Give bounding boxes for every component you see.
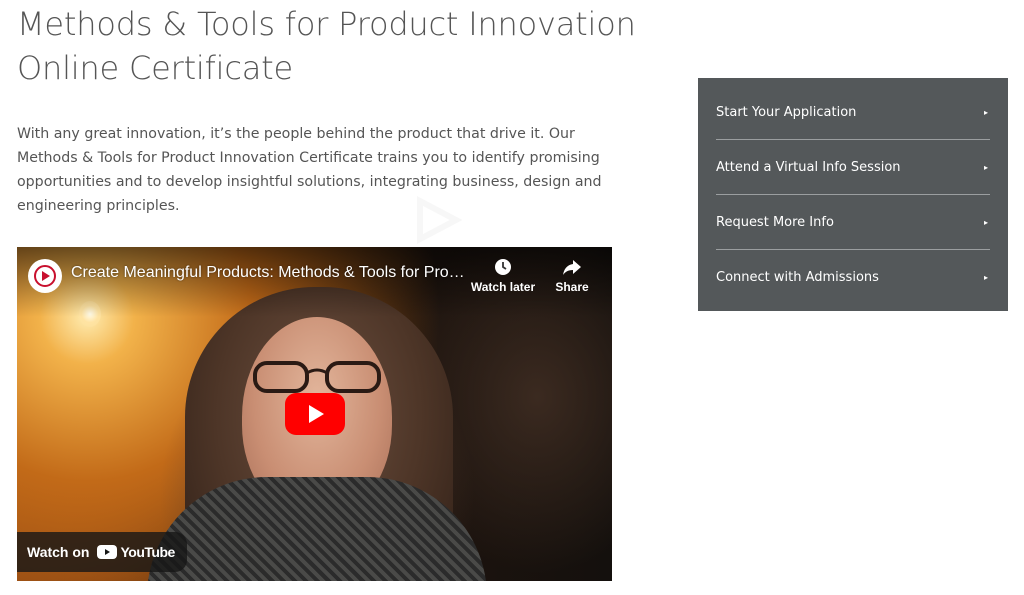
sidebar-item-label: Request More Info	[716, 214, 834, 230]
share-arrow-icon	[563, 260, 581, 275]
watch-later-button[interactable]: Watch later	[468, 257, 538, 294]
sidebar-item-request-info[interactable]: Request More Info ▸	[716, 195, 990, 250]
channel-logo-icon[interactable]	[28, 259, 62, 293]
admissions-action-panel: Start Your Application ▸ Attend a Virtua…	[698, 78, 1008, 311]
clock-icon	[495, 259, 511, 275]
sidebar-item-start-application[interactable]: Start Your Application ▸	[716, 85, 990, 140]
share-label: Share	[555, 280, 589, 294]
sidebar-item-label: Start Your Application	[716, 104, 857, 120]
watch-on-label: Watch on	[27, 544, 90, 560]
arrow-right-icon: ▸	[983, 162, 988, 172]
youtube-logo: YouTube	[97, 544, 175, 560]
play-button[interactable]	[285, 393, 345, 435]
watch-later-label: Watch later	[470, 280, 536, 294]
page-title: Methods & Tools for Product Innovation O…	[17, 2, 657, 90]
video-player[interactable]: Create Meaningful Products: Methods & To…	[17, 247, 612, 581]
sidebar-item-label: Attend a Virtual Info Session	[716, 159, 901, 175]
arrow-right-icon: ▸	[983, 107, 988, 117]
watch-on-youtube-button[interactable]: Watch on YouTube	[17, 532, 187, 572]
page-title-line-2: Online Certificate	[17, 49, 294, 87]
youtube-icon	[97, 545, 118, 559]
arrow-right-icon: ▸	[983, 217, 988, 227]
sidebar-item-label: Connect with Admissions	[716, 270, 879, 285]
watermark-icon	[417, 196, 462, 244]
glasses-shape	[253, 361, 381, 393]
youtube-wordmark: YouTube	[120, 544, 175, 560]
sidebar-item-virtual-info-session[interactable]: Attend a Virtual Info Session ▸	[716, 140, 990, 195]
sidebar-item-connect-admissions[interactable]: Connect with Admissions ▸	[716, 250, 990, 305]
channel-play-icon	[34, 265, 56, 287]
page-title-line-1: Methods & Tools for Product Innovation	[17, 5, 636, 43]
intro-paragraph: With any great innovation, it’s the peop…	[17, 126, 602, 214]
share-button[interactable]: Share	[537, 257, 607, 294]
arrow-right-icon: ▸	[983, 273, 988, 282]
video-title[interactable]: Create Meaningful Products: Methods & To…	[71, 264, 471, 282]
